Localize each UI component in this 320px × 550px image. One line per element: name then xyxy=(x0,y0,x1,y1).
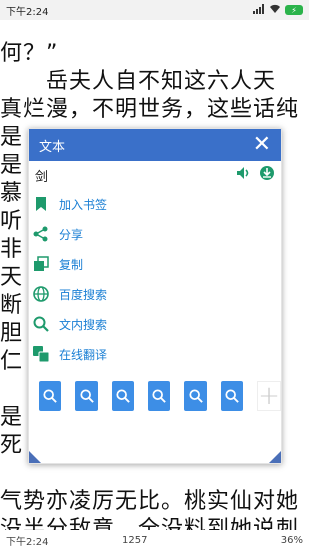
search-icon xyxy=(79,389,94,403)
menu-share[interactable]: 分享 xyxy=(33,219,281,249)
wifi-icon xyxy=(269,4,281,17)
menu-label: 复制 xyxy=(59,257,84,272)
popup-header: 文本 ✕ xyxy=(29,129,281,161)
menu-online-translate[interactable]: 在线翻译 xyxy=(33,339,281,369)
menu-label: 加入书签 xyxy=(59,197,108,212)
search-icon xyxy=(189,389,203,403)
menu-text-search[interactable]: 文内搜索 xyxy=(33,309,281,339)
copy-icon xyxy=(33,256,49,272)
resize-handle-left[interactable] xyxy=(29,451,41,463)
search-engine-button[interactable] xyxy=(75,381,98,411)
menu-label: 分享 xyxy=(59,227,84,242)
menu-copy[interactable]: 复制 xyxy=(33,249,281,279)
search-engine-button[interactable] xyxy=(184,381,207,411)
text-line: 气势亦凌厉无比。桃实仙对她 xyxy=(0,489,300,514)
search-icon xyxy=(116,389,130,403)
text-line: 岳夫人自不知这六人天 xyxy=(0,69,277,94)
status-icons: ⚡ xyxy=(253,3,303,17)
selected-word: 剑 xyxy=(35,169,49,185)
download-icon[interactable] xyxy=(259,165,275,185)
search-engine-button[interactable] xyxy=(220,381,244,411)
status-time: 下午2:24 xyxy=(6,6,49,18)
popup-menu: 加入书签 分享 复制 百度搜索 文内搜索 在线翻译 xyxy=(29,189,281,369)
menu-baidu-search[interactable]: 百度搜索 xyxy=(33,279,281,309)
search-engine-button[interactable] xyxy=(111,381,135,411)
word-actions xyxy=(235,165,275,185)
menu-label: 文内搜索 xyxy=(59,317,108,332)
speaker-icon[interactable] xyxy=(235,165,251,185)
menu-label: 在线翻译 xyxy=(59,347,108,362)
share-icon xyxy=(33,226,49,242)
status-bar: 下午2:24 ⚡ xyxy=(0,0,309,20)
text-line: 真烂漫，不明世务，这些话纯 xyxy=(0,97,300,122)
text-popup: 文本 ✕ 剑 加入书签 分享 复制 百度搜索 文内搜索 在线翻译 + xyxy=(28,128,282,464)
search-engine-button[interactable] xyxy=(148,381,171,411)
popup-title: 文本 xyxy=(39,139,66,155)
text-line: 没半分敌意，全没料到她说刺 xyxy=(0,517,300,530)
word-row: 剑 xyxy=(29,161,281,189)
globe-icon xyxy=(33,286,49,302)
search-icon xyxy=(152,389,167,403)
translate-icon xyxy=(33,346,49,362)
menu-add-bookmark[interactable]: 加入书签 xyxy=(33,189,281,219)
text-line: 何？” xyxy=(0,41,59,66)
resize-handle-right[interactable] xyxy=(269,451,281,463)
search-icon xyxy=(225,389,239,403)
footer-time: 下午2:24 xyxy=(6,536,49,548)
search-engine-button[interactable] xyxy=(39,381,62,411)
add-search-button[interactable]: + xyxy=(257,381,281,411)
search-icon xyxy=(43,389,57,403)
signal-icon xyxy=(253,3,265,17)
bookmark-icon xyxy=(33,196,49,212)
close-button[interactable]: ✕ xyxy=(253,134,271,156)
search-icon xyxy=(33,316,49,332)
footer-progress: 36% xyxy=(280,534,303,546)
footer-page: 1257 xyxy=(122,535,148,546)
battery-icon: ⚡ xyxy=(285,5,303,15)
reader-footer: 下午2:24 1257 36% xyxy=(0,530,309,550)
search-engine-row: + xyxy=(29,369,281,411)
menu-label: 百度搜索 xyxy=(59,287,108,302)
